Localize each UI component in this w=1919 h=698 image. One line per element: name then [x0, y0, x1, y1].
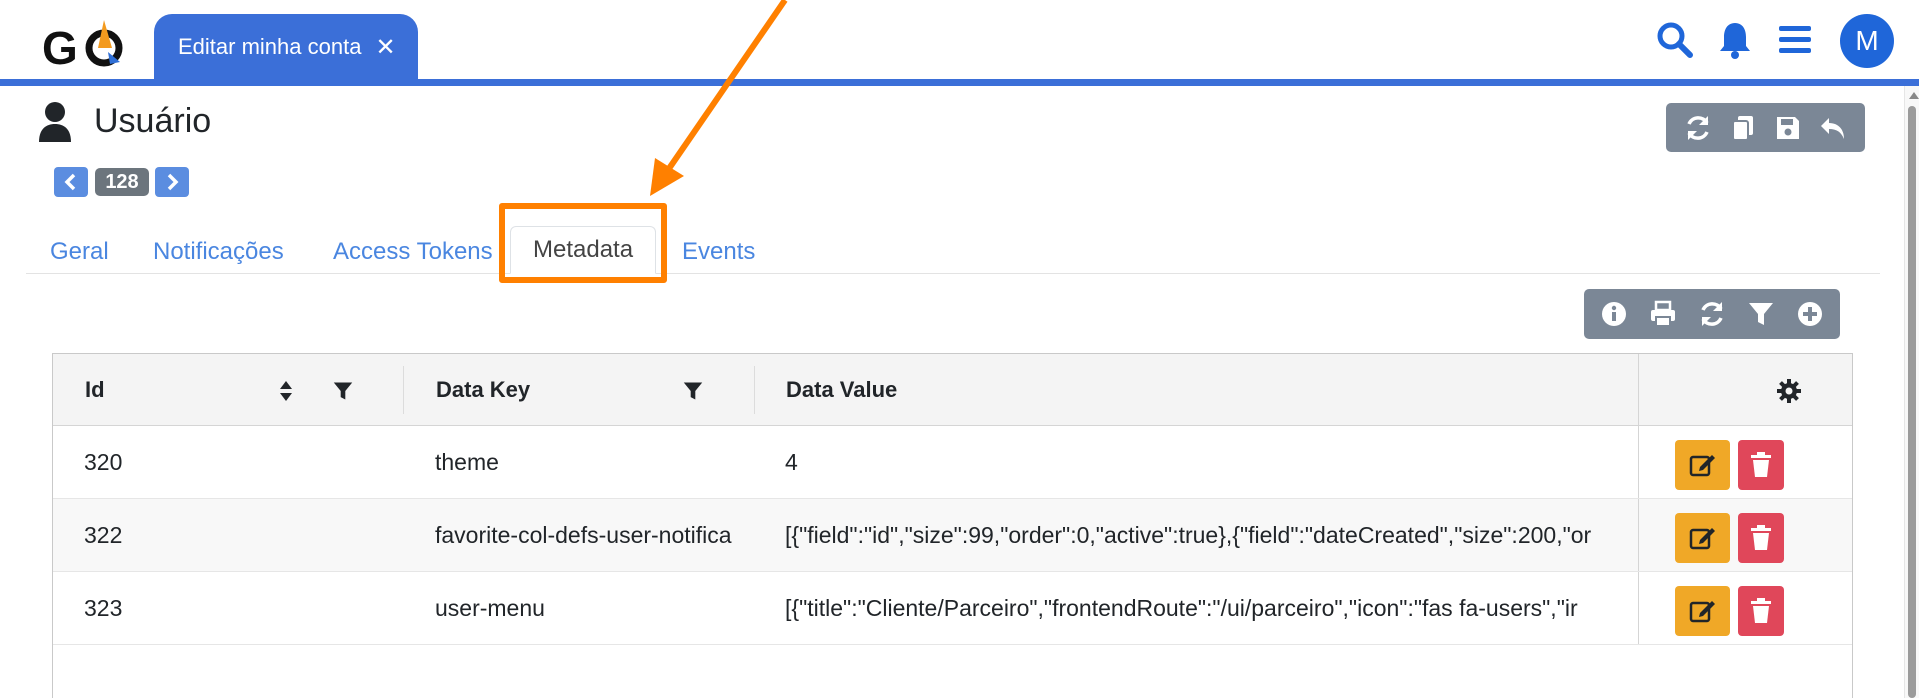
cell-id: 323 — [84, 595, 123, 621]
bell-icon[interactable] — [1713, 18, 1757, 62]
top-bar: G Editar minha conta ✕ M — [0, 0, 1919, 86]
search-icon[interactable] — [1653, 18, 1697, 62]
edit-button[interactable] — [1675, 586, 1730, 636]
top-bar-divider — [0, 79, 1919, 86]
edit-button[interactable] — [1675, 513, 1730, 563]
table-row[interactable]: 323 user-menu [{"title":"Cliente/Parceir… — [53, 572, 1852, 645]
record-actions-toolbar — [1666, 103, 1865, 152]
undo-icon[interactable] — [1816, 111, 1850, 145]
sort-icon[interactable] — [279, 380, 293, 402]
table-row[interactable]: 320 theme 4 — [53, 426, 1852, 499]
column-header-data-key[interactable]: Data Key — [436, 354, 530, 426]
tab-geral[interactable]: Geral — [50, 230, 109, 274]
edit-button[interactable] — [1675, 440, 1730, 490]
actions-column-header — [1638, 354, 1852, 425]
edit-icon — [1689, 528, 1715, 550]
refresh-icon[interactable] — [1681, 111, 1715, 145]
next-record-button[interactable] — [155, 167, 189, 197]
svg-text:G: G — [42, 22, 78, 74]
filter-icon[interactable] — [1744, 297, 1778, 331]
tab-events[interactable]: Events — [682, 230, 755, 274]
table-row[interactable]: 322 favorite-col-defs-user-notifica [{"f… — [53, 499, 1852, 572]
menu-icon[interactable] — [1773, 18, 1817, 62]
chevron-left-icon — [64, 173, 76, 191]
cell-data-value: [{"title":"Cliente/Parceiro","frontendRo… — [785, 595, 1578, 621]
open-tab-label: Editar minha conta — [178, 34, 362, 59]
previous-record-button[interactable] — [54, 167, 88, 197]
scroll-thumb[interactable] — [1908, 106, 1916, 698]
delete-button[interactable] — [1738, 586, 1784, 636]
delete-button[interactable] — [1738, 513, 1784, 563]
trash-icon — [1751, 525, 1771, 550]
scroll-up-arrow-icon[interactable] — [1909, 92, 1919, 99]
metadata-table: Id Data Key Data Value 320 theme 4 322 f… — [52, 353, 1853, 698]
tab-notificacoes[interactable]: Notificações — [153, 230, 284, 274]
user-icon — [39, 102, 71, 142]
trash-icon — [1751, 598, 1771, 623]
open-tab-edit-account[interactable]: Editar minha conta ✕ — [154, 14, 418, 80]
table-header: Id Data Key Data Value — [53, 354, 1852, 426]
cell-data-key: user-menu — [435, 595, 545, 621]
cell-data-value: [{"field":"id","size":99,"order":0,"acti… — [785, 522, 1592, 548]
column-header-data-value[interactable]: Data Value — [786, 354, 897, 426]
record-count-badge: 128 — [95, 168, 149, 196]
cell-data-key: favorite-col-defs-user-notifica — [435, 522, 732, 548]
chevron-right-icon — [167, 173, 179, 191]
metadata-tab-highlight — [499, 203, 667, 283]
grid-toolbar — [1584, 289, 1840, 339]
table-empty-area — [53, 646, 1852, 698]
cell-data-key: theme — [435, 449, 499, 475]
user-avatar[interactable]: M — [1840, 14, 1894, 68]
page-scrollbar[interactable] — [1904, 86, 1919, 698]
edit-icon — [1689, 601, 1715, 623]
cell-id: 320 — [84, 449, 123, 475]
gear-icon[interactable] — [1776, 378, 1802, 404]
copy-icon[interactable] — [1726, 111, 1760, 145]
cell-id: 322 — [84, 522, 123, 548]
page-title: Usuário — [94, 102, 212, 140]
delete-button[interactable] — [1738, 440, 1784, 490]
add-icon[interactable] — [1793, 297, 1827, 331]
filter-data-key-icon[interactable] — [683, 381, 703, 401]
column-separator[interactable] — [403, 366, 404, 414]
filter-id-icon[interactable] — [333, 381, 353, 401]
column-header-id[interactable]: Id — [85, 354, 105, 426]
trash-icon — [1751, 452, 1771, 477]
edit-icon — [1689, 455, 1715, 477]
app-logo[interactable]: G — [42, 18, 132, 74]
close-tab-icon[interactable]: ✕ — [375, 33, 395, 62]
print-icon[interactable] — [1646, 297, 1680, 331]
record-tabs: Geral Notificações Access Tokens Metadat… — [26, 226, 1880, 274]
tab-access-tokens[interactable]: Access Tokens — [333, 230, 493, 274]
refresh-grid-icon[interactable] — [1695, 297, 1729, 331]
column-separator[interactable] — [754, 366, 755, 414]
save-icon[interactable] — [1771, 111, 1805, 145]
info-icon[interactable] — [1597, 297, 1631, 331]
cell-data-value: 4 — [785, 449, 798, 475]
